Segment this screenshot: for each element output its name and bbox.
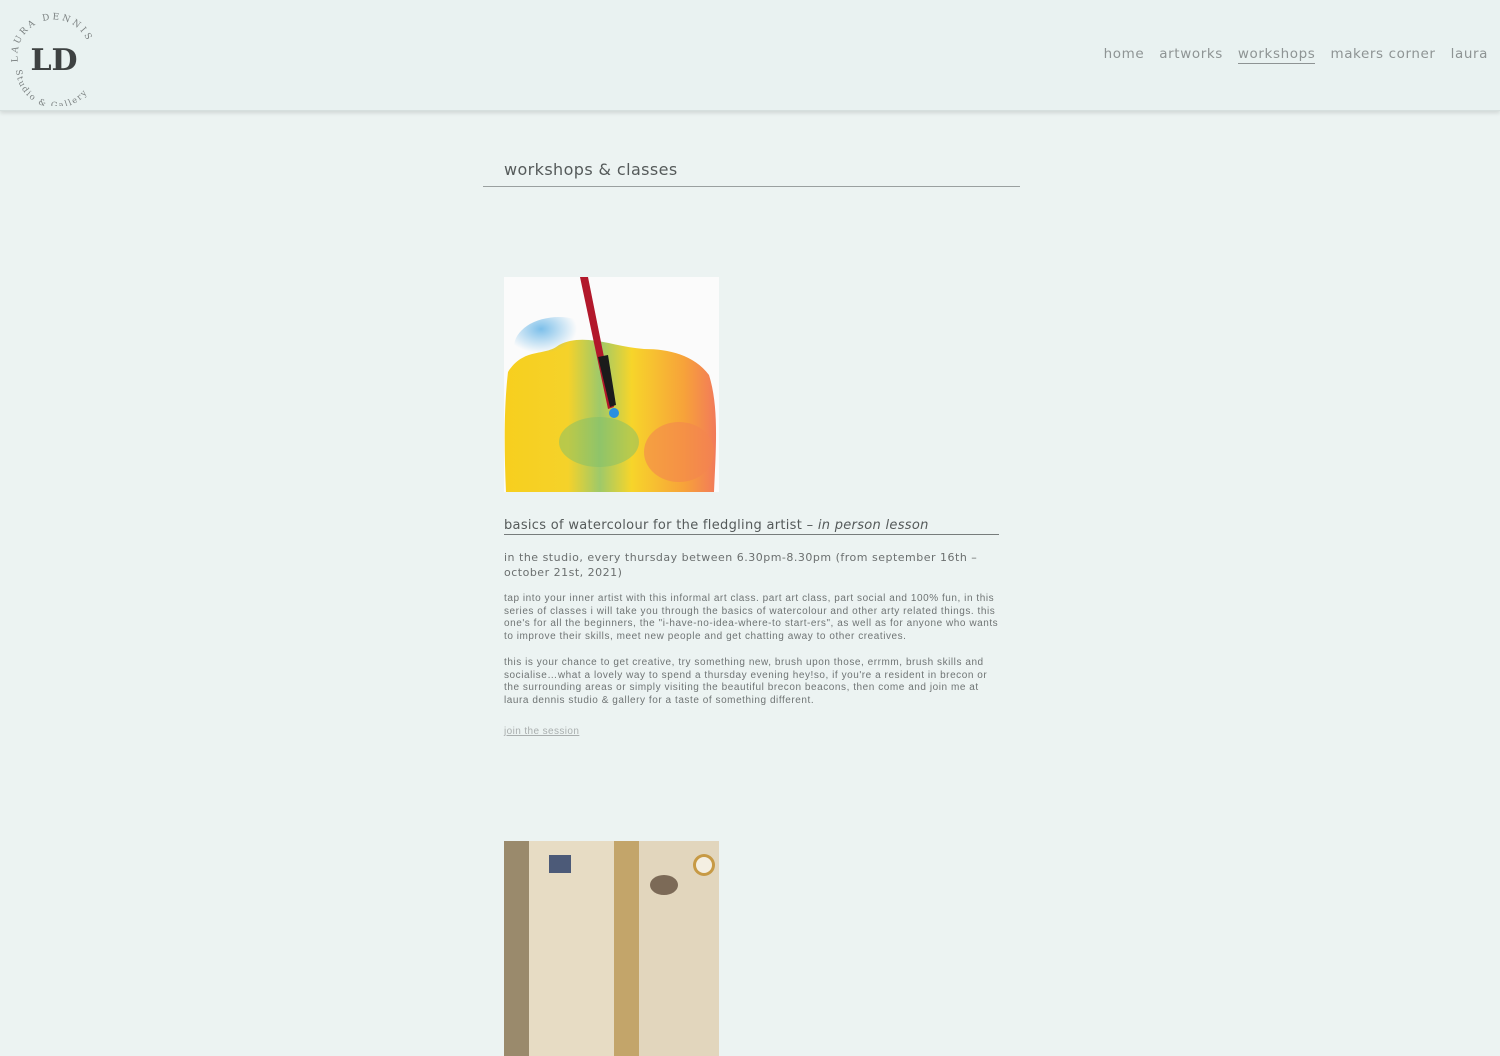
workshop-description: tap into your inner artist with this inf…: [504, 593, 999, 707]
workshop-mode: in person lesson: [817, 518, 929, 533]
nav-makers-corner[interactable]: makers corner: [1330, 46, 1435, 64]
site-logo[interactable]: LAURA DENNIS Studio & Gallery LD: [6, 10, 102, 106]
join-session-link[interactable]: join the session: [504, 726, 579, 737]
watercolour-brush-image: [504, 277, 719, 492]
logo-monogram: LD: [30, 43, 77, 78]
description-paragraph: this is your chance to get creative, try…: [504, 657, 988, 706]
main-content: workshops & classes basics of watercolou…: [483, 160, 1020, 1056]
workshop-schedule: in the studio, every thursday between 6.…: [504, 551, 978, 579]
nav-laura[interactable]: laura: [1451, 46, 1488, 64]
main-nav: home artworks workshops makers corner la…: [1104, 46, 1488, 64]
workshop-card: [504, 841, 999, 1056]
nav-artworks[interactable]: artworks: [1159, 46, 1223, 64]
workshop-card: basics of watercolour for the fledgling …: [504, 277, 999, 739]
workshop-title-text: basics of watercolour for the fledgling …: [504, 518, 818, 533]
site-header: LAURA DENNIS Studio & Gallery LD home ar…: [0, 0, 1500, 111]
description-paragraph: tap into your inner artist with this inf…: [504, 593, 999, 642]
workshop-title: basics of watercolour for the fledgling …: [504, 518, 999, 535]
studio-interior-image: [504, 841, 719, 1056]
nav-home[interactable]: home: [1104, 46, 1145, 64]
nav-workshops[interactable]: workshops: [1237, 46, 1316, 64]
page-title: workshops & classes: [483, 160, 1020, 187]
